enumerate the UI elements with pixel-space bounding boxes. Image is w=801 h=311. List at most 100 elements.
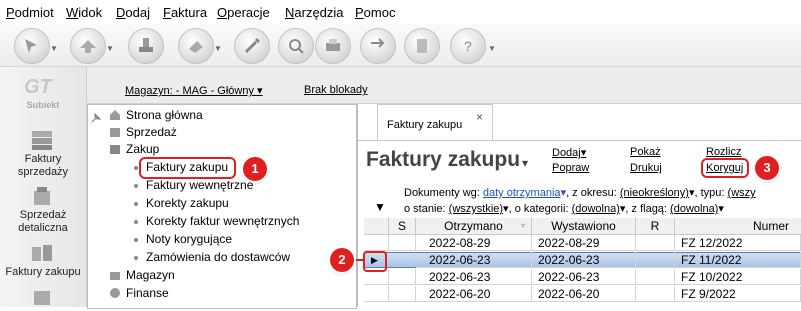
cell-r [636,235,675,251]
grid-header-s[interactable]: S [389,218,416,235]
menu-bar: Podmiot Widok Dodaj Faktura Operacje Nar… [0,0,801,24]
chevron-down-icon[interactable]: ▼ [214,44,222,53]
menu-narzedzia[interactable]: Narzędzia [285,5,344,20]
tree-item-korekty-zakupu[interactable]: Korekty zakupu [146,196,229,210]
row-indicator [364,235,389,251]
chevron-down-icon[interactable]: ▼ [488,44,496,53]
cell-s [389,235,416,251]
menu-pomoc[interactable]: Pomoc [355,5,395,20]
printer-icon[interactable] [315,28,351,64]
bullet-icon [134,184,138,188]
callout-highlight-1 [139,157,236,179]
tools-icon[interactable] [234,28,270,64]
tree-item-strona-glowna[interactable]: Strona główna [126,108,203,122]
grid-header-otrzymano[interactable]: Otrzymano ▿ [416,218,532,235]
lock-status-link[interactable]: Brak blokady [304,84,368,96]
invoice-stack-icon[interactable] [28,127,56,151]
filter-state[interactable]: (wszystkie) [449,203,503,215]
chevron-down-icon[interactable]: ▼ [50,44,58,53]
cell-otrzymano: 2022-06-23 [416,269,532,285]
cell-wystawiono: 2022-06-20 [532,286,636,302]
menu-widok[interactable]: Widok [66,5,102,20]
chevron-down-icon[interactable]: ▼ [106,44,114,53]
tree-item-zamowienia-do-dostawcow[interactable]: Zamówienia do dostawców [146,250,290,264]
tree-item-magazyn[interactable]: Magazyn [126,268,175,282]
grid-header-r[interactable]: R [636,218,675,235]
cell-r [636,269,675,285]
rail-faktury-zakupu[interactable]: Faktury zakupu [0,266,86,279]
filter-date-type[interactable]: daty otrzymania [483,187,561,199]
arrow-icon[interactable] [70,28,106,64]
grid-header-wystawiono[interactable]: Wystawiono [532,218,636,235]
search-document-icon[interactable] [278,28,314,64]
svg-text:GT: GT [24,76,54,97]
purchase-invoice-icon[interactable] [28,241,56,265]
tree-item-zakup[interactable]: Zakup [126,142,159,156]
menu-operacje[interactable]: Operacje [217,5,270,20]
filter-flag[interactable]: (dowolna) [670,203,718,215]
cursor-icon[interactable] [14,28,50,64]
module-rail: GT Subiekt Faktury sprzedaży Sprzedaż de… [0,67,87,307]
purchase-icon [108,142,122,159]
menu-podmiot[interactable]: Podmiot [6,5,54,20]
tab-faktury-zakupu[interactable]: Faktury zakupu × [377,104,493,141]
svg-text:?: ? [464,38,472,54]
pin-icon[interactable] [90,112,102,127]
cell-numer: FZ 11/2022 [675,252,801,268]
popraw-button[interactable]: Popraw [552,162,589,174]
filter-type[interactable]: (wszy [728,187,756,199]
tree-item-finanse[interactable]: Finanse [126,286,169,300]
bullet-icon [134,220,138,224]
page-title: Faktury zakupu [366,148,521,171]
module-icon[interactable] [28,287,56,311]
title-dropdown-icon[interactable]: ▾ [522,156,528,170]
home-icon [108,108,122,125]
tree-item-korekty-faktur-wewnetrznych[interactable]: Korekty faktur wewnętrznych [146,214,299,228]
cell-r [636,252,675,268]
row-indicator [364,286,389,302]
filter-category[interactable]: (dowolna) [572,203,620,215]
grid-header-indicator [364,218,389,235]
bullet-icon [134,202,138,206]
filter-line-1: Dokumenty wg: daty otrzymania▾, z okresu… [404,187,756,199]
callout-badge-1: 1 [243,157,267,181]
callout-highlight-2 [363,251,387,272]
subiekt-logo: GT Subiekt [24,76,60,110]
cash-register-icon[interactable] [28,185,56,209]
help-icon[interactable]: ? [450,28,486,64]
close-icon[interactable]: × [476,110,483,124]
grid-header-numer[interactable]: Numer [675,218,801,235]
menu-faktura[interactable]: Faktura [163,5,207,20]
document-export-icon[interactable] [404,28,440,64]
cell-wystawiono: 2022-06-23 [532,269,636,285]
pokaz-button[interactable]: Pokaż [630,146,661,158]
eraser-icon[interactable] [178,28,214,64]
dodaj-button[interactable]: Dodaj▾ [552,146,586,159]
rail-faktury-sprzedazy[interactable]: Faktury sprzedaży [0,153,86,179]
menu-dodaj[interactable]: Dodaj [116,5,150,20]
tree-item-faktury-wewnetrzne[interactable]: Faktury wewnętrzne [146,178,253,192]
toolbar: ▼ ▼ ▼ ? ▼ [0,24,801,67]
filter-line-2: o stanie: (wszystkie)▾, o kategorii: (do… [404,203,724,215]
stamp-icon[interactable] [128,28,164,64]
cell-wystawiono: 2022-06-23 [532,252,636,268]
info-strip: Magazyn: - MAG - Główny ▾ Brak blokady [87,67,801,104]
callout-badge-2: 2 [330,248,354,272]
tree-item-sprzedaz[interactable]: Sprzedaż [126,125,177,139]
cell-s [389,286,416,302]
tree-item-noty-korygujace[interactable]: Noty korygujące [146,232,232,246]
cell-numer: FZ 10/2022 [675,269,801,285]
cell-otrzymano: 2022-06-23 [416,252,532,268]
callout-connector-2 [356,259,364,261]
filter-period[interactable]: (nieokreślony) [620,187,689,199]
warehouse-selector[interactable]: Magazyn: - MAG - Główny ▾ [125,84,263,97]
bullet-icon [134,256,138,260]
drukuj-button[interactable]: Drukuj [630,162,662,174]
collapse-filters-icon[interactable]: ▼ [374,200,386,214]
cell-otrzymano: 2022-08-29 [416,235,532,251]
transfer-icon[interactable] [360,28,396,64]
rail-sprzedaz-detaliczna[interactable]: Sprzedaż detaliczna [0,209,86,235]
rozlicz-button[interactable]: Rozlicz [706,146,741,158]
cell-numer: FZ 12/2022 [675,235,801,251]
finance-icon [108,286,122,303]
